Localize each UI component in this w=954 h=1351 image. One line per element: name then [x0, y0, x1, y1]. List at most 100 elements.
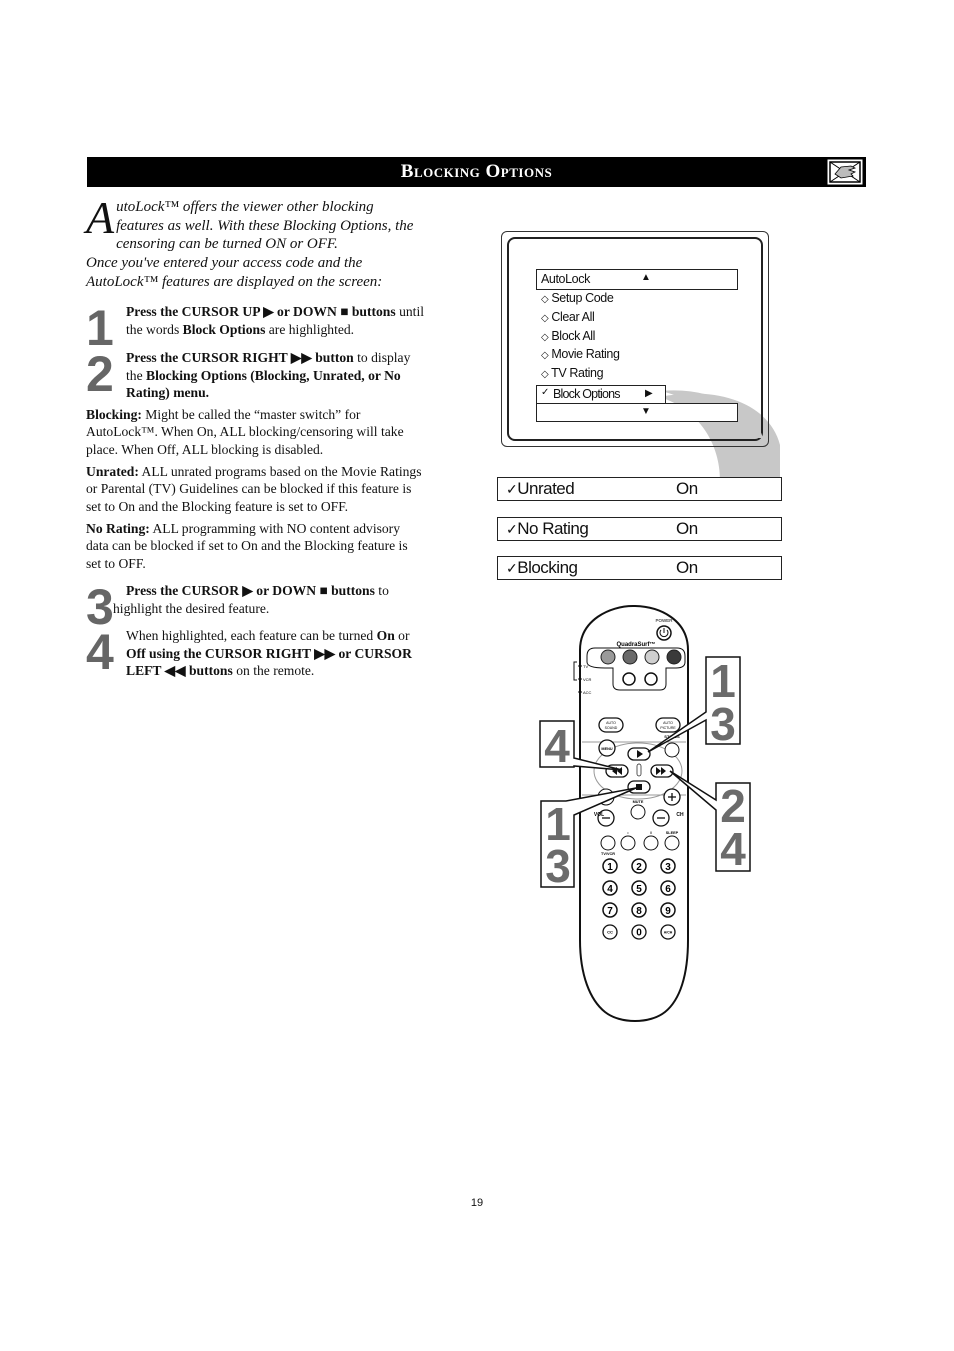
mode-tv-label: TV — [583, 664, 588, 669]
step-3: 3 Press the CURSOR ▶ or DOWN ■ buttons t… — [86, 582, 426, 632]
option-label: ✓No Rating — [506, 518, 589, 540]
step-number: 4 — [86, 624, 114, 680]
option-value: On — [676, 479, 698, 498]
menu-item-setup-code[interactable]: ◇ Setup Code — [541, 291, 614, 305]
step-text-part: Press the CURSOR RIGHT ▶▶ button — [126, 350, 354, 365]
digit-button-0-label: 0 — [636, 928, 642, 939]
digit-label: 9 — [665, 906, 671, 917]
power-label: POWER — [655, 618, 673, 623]
step-text: When highlighted, each feature can be tu… — [126, 627, 426, 680]
definition-term: No Rating: — [86, 521, 150, 536]
step-1: 1 Press the CURSOR UP ▶ or DOWN ■ button… — [86, 303, 426, 353]
digit-label: 5 — [636, 884, 642, 895]
digit-label: 3 — [665, 862, 671, 873]
right-arrow-icon: ▶ — [645, 388, 653, 399]
pause-button — [643, 835, 659, 851]
step-text: Press the CURSOR ▶ or DOWN ■ buttons to … — [113, 582, 426, 617]
diamond-icon: ◇ — [541, 350, 549, 361]
mode-acc-label: ACC — [583, 690, 592, 695]
menu-title: AutoLock — [541, 272, 590, 286]
step-number: 2 — [86, 346, 114, 402]
status-button — [664, 742, 680, 758]
svg-text:AUTO: AUTO — [663, 721, 673, 725]
menu-label: MENU — [601, 747, 612, 751]
menu-item-movie-rating[interactable]: ◇ Movie Rating — [541, 347, 620, 361]
step-text-part: On — [376, 628, 395, 643]
callout-number: 4 — [720, 823, 746, 875]
option-value: On — [676, 558, 698, 577]
menu-item-label: Movie Rating — [551, 347, 620, 361]
checkmark-icon: ✓ — [506, 481, 518, 497]
quadrasurf-label: QuadraSurf™ — [616, 641, 655, 648]
intro-text-1: utoLock™ offers the viewer other blockin… — [116, 199, 414, 253]
remote-control-illustration: POWER QuadraSurf™ TV VCR ACC AUTO SOUND … — [539, 604, 751, 1022]
step-text-part: or — [394, 628, 410, 643]
menu-scroll-down-bar[interactable]: ▼ — [536, 403, 738, 422]
ch-label: CH — [676, 812, 684, 818]
step-text-part: on the remote. — [232, 663, 315, 679]
diamond-icon: ◇ — [541, 294, 549, 305]
tv-screen: AutoLock ▲ ◇ Setup Code ◇ Clear All ◇ Bl… — [501, 231, 769, 447]
callout-number: 4 — [544, 720, 570, 772]
ach-button-label: A/CH — [664, 930, 673, 934]
quadrasurf-button-2 — [622, 649, 638, 665]
smart-button-1 — [622, 672, 636, 686]
callout-number: 3 — [710, 698, 736, 750]
definition-no-rating: No Rating: ALL programming with NO conte… — [86, 520, 426, 572]
up-arrow-icon: ▲ — [641, 272, 651, 283]
mode-vcr-label: VCR — [583, 677, 592, 682]
menu-item-block-options-selected[interactable]: ✓ Block Options ▶ — [536, 385, 666, 404]
cc-button-label: CC — [607, 929, 613, 934]
vol-label: VOL — [594, 812, 604, 818]
quadrasurf-button-4 — [666, 649, 682, 665]
option-label: ✓Unrated — [506, 478, 575, 500]
definition-term: Unrated: — [86, 464, 139, 479]
menu-item-label: Setup Code — [551, 291, 614, 305]
step-text-part: When highlighted, each feature can be tu… — [126, 628, 377, 643]
checkmark-icon: ✓ — [506, 560, 518, 576]
menu-item-clear-all[interactable]: ◇ Clear All — [541, 310, 595, 324]
step-2: 2 Press the CURSOR RIGHT ▶▶ button to di… — [86, 349, 426, 402]
quadrasurf-button-3 — [644, 649, 660, 665]
menu-item-label: Block All — [551, 329, 596, 343]
step-text: Press the CURSOR UP ▶ or DOWN ■ buttons … — [126, 303, 426, 338]
digit-label: 6 — [665, 884, 671, 895]
option-no-rating[interactable]: ✓No Rating On — [497, 517, 782, 541]
step-text-part: Press the CURSOR ▶ or DOWN ■ buttons — [126, 583, 375, 598]
hand-pointing-icon — [827, 159, 863, 185]
step-text-part: Blocking Options (Blocking, Unrated, or … — [126, 367, 401, 401]
definition-blocking: Blocking: Might be called the “master sw… — [86, 406, 426, 458]
intro-text-2: Once you've entered your access code and… — [86, 255, 383, 290]
step-4: 4 When highlighted, each feature can be … — [86, 627, 426, 680]
menu-item-tv-rating[interactable]: ◇ TV Rating — [541, 366, 604, 380]
option-blocking[interactable]: ✓Blocking On — [497, 556, 782, 580]
definition-term: Blocking: — [86, 407, 142, 422]
option-label-text: No Rating — [517, 519, 589, 538]
record-button — [620, 835, 636, 851]
intro-paragraph: A utoLock™ offers the viewer other block… — [86, 195, 421, 292]
mute-label: MUTE — [633, 800, 644, 804]
option-label: ✓Blocking — [506, 557, 578, 579]
definition-unrated: Unrated: ALL unrated programs based on t… — [86, 463, 426, 515]
menu-item-block-all[interactable]: ◇ Block All — [541, 329, 595, 343]
sleep-button — [664, 835, 680, 851]
section-header-bar: Blocking Options — [87, 157, 866, 187]
svg-text:SOUND: SOUND — [605, 726, 618, 730]
diamond-icon: ◇ — [541, 369, 549, 380]
smart-button-2 — [644, 672, 658, 686]
step-text-part: are highlighted. — [265, 321, 355, 337]
page-number: 19 — [470, 1197, 484, 1209]
callout-number: 3 — [545, 840, 571, 892]
menu-title-bar[interactable]: AutoLock ▲ — [536, 269, 738, 290]
step-text: Press the CURSOR RIGHT ▶▶ button to disp… — [126, 349, 426, 402]
tvvcr-button — [600, 835, 616, 851]
checkmark-icon: ✓ — [541, 387, 549, 398]
option-unrated[interactable]: ✓Unrated On — [497, 477, 782, 501]
digit-label: 8 — [636, 906, 642, 917]
section-title: Blocking Options — [400, 161, 553, 182]
svg-text:AUTO: AUTO — [606, 721, 616, 725]
tvvcr-label: TV/VCR — [601, 852, 615, 856]
step-text-part: Press the CURSOR UP ▶ or DOWN ■ buttons — [126, 304, 396, 319]
svg-text:PICTURE: PICTURE — [660, 726, 676, 730]
digit-label: 7 — [607, 906, 613, 917]
